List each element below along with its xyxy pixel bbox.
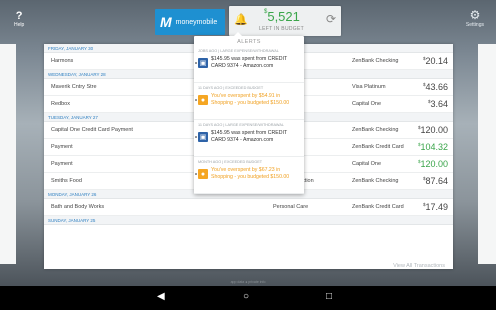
budget-label: LEFT IN BUDGET	[259, 26, 304, 32]
transaction-account: Capital One	[352, 161, 382, 167]
alert-item[interactable]: 11 DAYS AGO | LARGE EXPENSE/WITHDRAWAL ▣ $…	[194, 120, 304, 157]
date-header: SUNDAY, JANUARY 25	[44, 216, 453, 225]
transaction-name: Capital One Credit Card Payment	[51, 127, 133, 133]
transaction-account: Visa Platinum	[352, 84, 386, 90]
bell-icon[interactable]: 🔔	[234, 13, 248, 26]
transaction-account: Capital One	[352, 101, 382, 107]
alerts-title: ALERTS	[237, 39, 261, 45]
transaction-name: Payment	[51, 144, 73, 150]
settings-label: Settings	[465, 22, 484, 28]
alert-item[interactable]: MONTH AGO | EXCEEDED BUDGET ● You've overs…	[194, 157, 304, 194]
transaction-amount-value: 104.32	[420, 142, 448, 152]
home-button[interactable]: ○	[243, 291, 249, 303]
alert-message: $145.95 was spent from CREDIT CARD 9374 …	[211, 130, 288, 143]
left-side-card	[0, 44, 16, 264]
bank-icon: ▣	[198, 132, 208, 142]
budget-amount: $5,521	[264, 9, 300, 24]
transaction-account: ZenBank Credit Card	[352, 204, 404, 210]
android-nav-bar: ◀ ○ □	[0, 286, 496, 310]
alert-message: $145.95 was spent from CREDIT CARD 9374 …	[211, 56, 288, 69]
budget-amount-value: 5,521	[267, 9, 300, 24]
help-label: Help	[14, 22, 25, 28]
transaction-amount-value: 17.49	[425, 202, 448, 212]
view-all-transactions-link[interactable]: View All Transactions	[393, 263, 445, 269]
transaction-amount: $3.64	[428, 99, 448, 109]
logo-glyph: M	[160, 14, 172, 30]
gear-icon: ⚙	[469, 8, 481, 22]
alert-item[interactable]: JOBS AGO | LARGE EXPENSE/WITHDRAWAL ▣ $145…	[194, 46, 304, 83]
alert-item[interactable]: 11 DAYS AGO | EXCEEDED BUDGET ● You've ove…	[194, 83, 304, 120]
alert-message: You've overspent by $67.23 in Shopping -…	[211, 167, 290, 180]
transaction-name: Bath and Body Works	[51, 204, 105, 210]
footer-text: app data ● private info	[230, 280, 266, 284]
alert-list: JOBS AGO | LARGE EXPENSE/WITHDRAWAL ▣ $145…	[194, 46, 304, 194]
transaction-amount: $20.14	[423, 56, 448, 66]
transaction-amount-value: 120.00	[420, 125, 448, 135]
right-side-card	[478, 44, 496, 264]
transaction-amount: $17.49	[423, 202, 448, 212]
transaction-amount: $87.64	[423, 176, 448, 186]
transaction-name: Smiths Food	[51, 178, 82, 184]
transaction-amount: $120.00	[418, 125, 448, 135]
alert-header: JOBS AGO | LARGE EXPENSE/WITHDRAWAL	[198, 49, 279, 53]
budget-widget: 🔔 $5,521 LEFT IN BUDGET ⟳	[229, 6, 341, 36]
bullet-icon	[195, 99, 197, 101]
transaction-amount-value: 87.64	[425, 176, 448, 186]
bullet-icon	[195, 136, 197, 138]
transaction-amount-value: 20.14	[425, 56, 448, 66]
transaction-name: Harmons	[51, 58, 74, 64]
transaction-name: Redbox	[51, 101, 70, 107]
alert-message: You've overspent by $54.91 in Shopping -…	[211, 93, 290, 106]
bullet-icon	[195, 173, 197, 175]
transaction-amount-value: 43.66	[425, 82, 448, 92]
warning-icon: ●	[198, 95, 208, 105]
moneymobile-logo: M moneymobile	[155, 9, 225, 35]
alert-header: 11 DAYS AGO | LARGE EXPENSE/WITHDRAWAL	[198, 123, 285, 127]
transaction-account: ZenBank Checking	[352, 178, 399, 184]
transaction-amount: $120.00	[418, 159, 448, 169]
alert-header: MONTH AGO | EXCEEDED BUDGET	[198, 160, 263, 164]
back-button[interactable]: ◀	[157, 291, 165, 303]
help-icon: ?	[15, 10, 23, 22]
refresh-icon[interactable]: ⟳	[326, 12, 336, 26]
settings-button[interactable]: ⚙ Settings	[465, 8, 484, 29]
transaction-account: ZenBank Checking	[352, 58, 399, 64]
transaction-category: Personal Care	[273, 204, 309, 210]
transaction-amount-value: 3.64	[430, 99, 448, 109]
bank-icon: ▣	[198, 58, 208, 68]
transaction-amount: $43.66	[423, 82, 448, 92]
popover-caret	[234, 32, 242, 36]
top-bar: ? Help M moneymobile 🔔 $5,521 LEFT IN BU…	[0, 0, 496, 40]
recents-button[interactable]: □	[326, 291, 332, 303]
alert-header: 11 DAYS AGO | EXCEEDED BUDGET	[198, 86, 264, 90]
help-button[interactable]: ? Help	[14, 10, 24, 28]
transaction-account: ZenBank Credit Card	[352, 144, 404, 150]
transaction-row[interactable]: Bath and Body Works Personal Care ZenBank …	[44, 199, 453, 216]
transaction-account: ZenBank Checking	[352, 127, 399, 133]
transaction-name: Maverik Cntry Stre	[51, 84, 97, 90]
transaction-name: Payment	[51, 161, 73, 167]
transaction-amount-value: 120.00	[420, 159, 448, 169]
logo-text: moneymobile	[175, 18, 218, 26]
bullet-icon	[195, 62, 197, 64]
alerts-popover: ALERTS JOBS AGO | LARGE EXPENSE/WITHDRAW…	[194, 32, 304, 194]
transaction-amount: $104.32	[418, 142, 448, 152]
warning-icon: ●	[198, 169, 208, 179]
